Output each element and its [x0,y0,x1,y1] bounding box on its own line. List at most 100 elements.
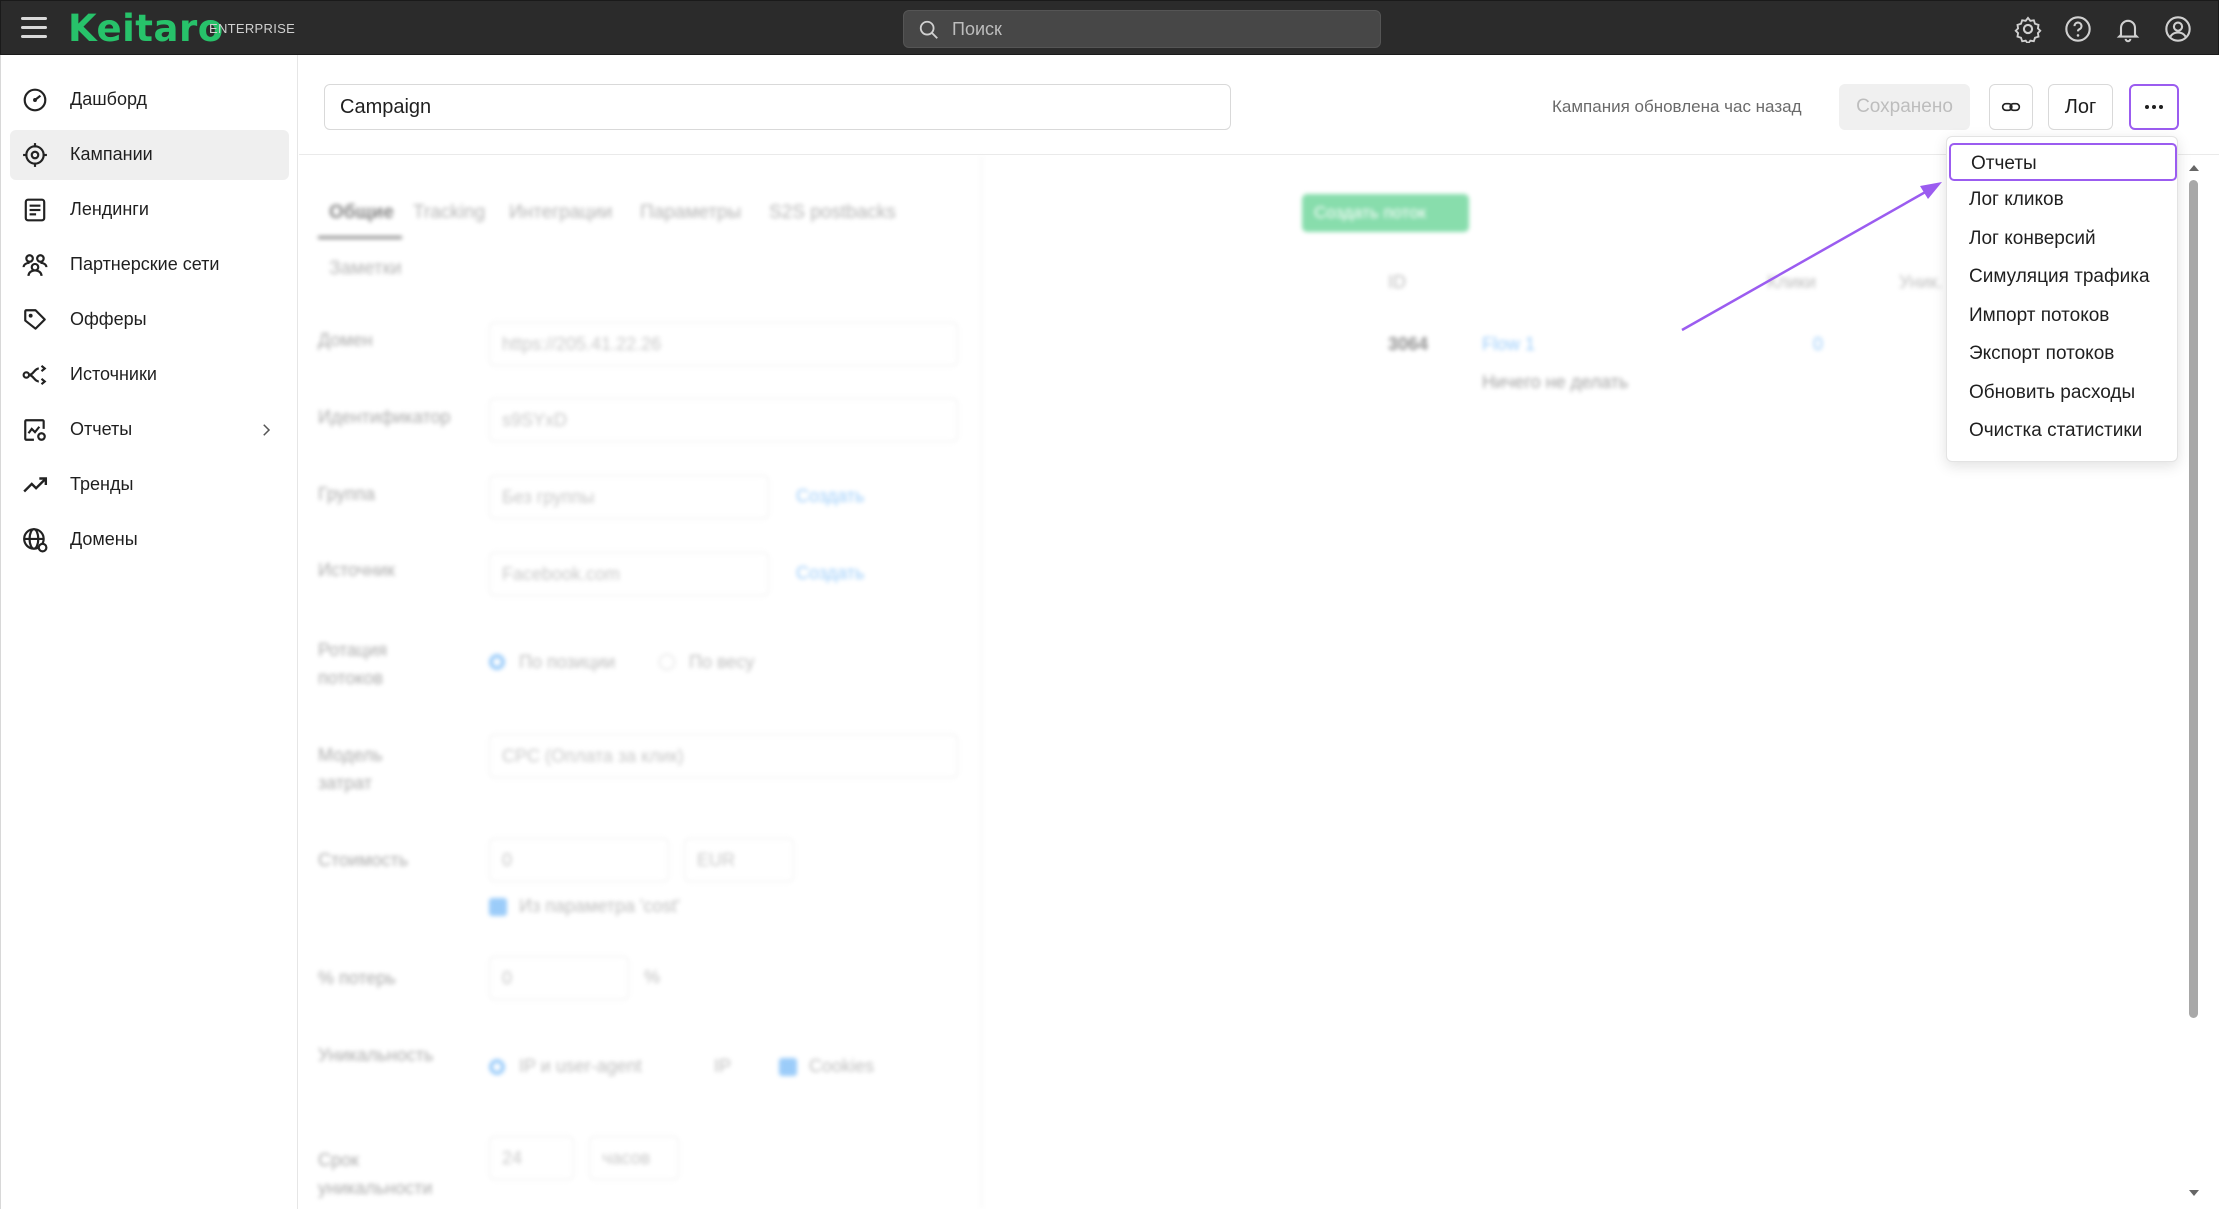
rotation-by-weight-label: По весу [689,652,755,672]
sidebar-item-trends[interactable]: Тренды [10,460,289,510]
source-select[interactable]: Facebook.com [489,552,769,596]
scroll-up-icon[interactable] [2186,162,2202,174]
more-actions-button[interactable] [2129,84,2179,130]
menu-item-update-costs[interactable]: Обновить расходы [1947,374,2179,412]
label-identifier: Идентификатор [318,407,451,427]
cost-param-label: Из параметра 'cost' [519,896,680,916]
loss-percent: % [644,967,661,987]
group-select[interactable]: Без группы [489,475,769,519]
chevron-right-icon [263,424,271,436]
menu-item-reports[interactable]: Отчеты [1949,143,2177,181]
more-dots-icon [2145,105,2149,109]
edition-label: ENTERPRISE [209,21,296,36]
log-button[interactable]: Лог [2048,84,2113,130]
link-button[interactable] [1989,84,2033,130]
uniq-ipua-radio[interactable] [489,1059,505,1075]
user-icon[interactable] [2164,15,2192,43]
sidebar-item-label: Источники [70,364,157,384]
search-icon [919,20,938,39]
uniq-ipua-label: IP и user-agent [519,1056,642,1076]
sidebar-item-dashboard[interactable]: Дашборд [10,75,289,125]
settings-icon[interactable] [2014,15,2042,43]
label-cost: Стоимость [318,850,409,870]
globe-icon [23,528,48,553]
sidebar-item-label: Тренды [70,474,134,494]
sidebar-item-campaigns[interactable]: Кампании [10,130,289,180]
domain-select[interactable]: https://205.41.22.26 [489,322,958,366]
label-cost-model: Модель затрат [318,745,383,793]
menu-item-clear-stats[interactable]: Очистка статистики [1947,412,2179,450]
tab-parameters[interactable]: Параметры [640,202,741,224]
sidebar-item-label: Лендинги [70,199,149,219]
tab-s2s-postbacks[interactable]: S2S postbacks [769,202,896,224]
create-group-link[interactable]: Создать [796,486,864,507]
uniq-ip-label: IP [714,1056,732,1076]
menu-item-click-log[interactable]: Лог кликов [1947,181,2179,219]
loss-input[interactable]: 0 [489,956,629,1000]
label-rotation: Ротация потоков [318,640,387,688]
app-logo[interactable]: Keitaro [68,7,224,50]
uniq-cookies-checkbox[interactable] [779,1058,797,1076]
sidebar-item-domains[interactable]: Домены [10,515,289,565]
label-group: Группа [318,484,376,504]
flow-row-clicks: 0 [1813,334,1824,354]
label-domain: Домен [318,330,373,350]
create-flow-button[interactable]: Создать поток [1302,194,1469,232]
cost-model-select[interactable]: CPC (Оплата за клик) [489,734,958,778]
sidebar-item-label: Партнерские сети [70,254,220,274]
sidebar-item-label: Офферы [70,309,147,329]
network-icon [22,254,48,276]
sidebar-item-landings[interactable]: Лендинги [10,185,289,235]
scroll-down-icon[interactable] [2186,1187,2202,1199]
saved-button[interactable]: Сохранено [1839,84,1970,130]
col-unique: Уник. [1899,272,1943,292]
menu-item-import-flows[interactable]: Импорт потоков [1947,297,2179,335]
sidebar-item-label: Кампании [70,144,153,164]
unique-period-unit[interactable]: часов [589,1136,679,1180]
search-box[interactable] [903,10,1381,48]
flow-row-action: Ничего не делать [1482,372,1629,392]
updated-status: Кампания обновлена час назад [1552,97,1802,116]
create-source-link[interactable]: Создать [796,563,864,584]
cost-input[interactable]: 0 [489,838,669,882]
col-id: ID [1388,272,1406,292]
uniq-cookies-label: Cookies [809,1056,875,1076]
currency-select[interactable]: EUR [684,838,794,882]
tab-general[interactable]: Общие [329,202,394,224]
sidebar-item-reports[interactable]: Отчеты [10,405,289,455]
link-icon [2001,102,2021,112]
unique-period-input[interactable]: 24 [489,1136,574,1180]
identifier-input[interactable]: s9SYxD [489,398,958,442]
campaign-name-input[interactable] [324,84,1231,130]
sidebar-item-affiliate-networks[interactable]: Партнерские сети [10,240,289,290]
panel-divider [981,156,982,1209]
rotation-by-position-label: По позиции [519,652,616,672]
menu-item-traffic-simulation[interactable]: Симуляция трафика [1947,258,2179,296]
rotation-by-weight-radio[interactable] [659,654,675,670]
bell-icon[interactable] [2114,15,2142,43]
flow-row-name[interactable]: Flow 1 [1482,334,1535,355]
menu-icon[interactable] [21,17,47,39]
label-uniqueness: Уникальность [318,1045,434,1065]
trend-icon [23,477,48,493]
help-icon[interactable] [2064,15,2092,43]
sidebar-item-offers[interactable]: Офферы [10,295,289,345]
tab-notes[interactable]: Заметки [329,258,402,280]
tab-tracking[interactable]: Tracking [413,202,485,224]
menu-item-conversion-log[interactable]: Лог конверсий [1947,220,2179,258]
tab-integrations[interactable]: Интеграции [509,202,612,224]
scrollbar-thumb[interactable] [2189,180,2198,1018]
target-icon [23,143,47,167]
search-input[interactable] [952,11,1372,47]
sidebar-item-label: Домены [70,529,138,549]
top-bar: Keitaro ENTERPRISE [0,0,2219,55]
sidebar-item-label: Дашборд [70,89,148,109]
sidebar-item-sources[interactable]: Источники [10,350,289,400]
more-actions-menu: Отчеты Лог кликов Лог конверсий Симуляци… [1946,136,2178,462]
rotation-by-position-radio[interactable] [489,654,505,670]
campaign-editor-blurred: Общие Tracking Интеграции Параметры S2S … [299,156,2209,1209]
cost-param-checkbox[interactable] [489,898,507,916]
menu-item-export-flows[interactable]: Экспорт потоков [1947,335,2179,373]
sidebar: Дашборд Кампании Лендинги Партнерские се… [0,55,298,1209]
col-clicks: Клики [1767,272,1816,292]
